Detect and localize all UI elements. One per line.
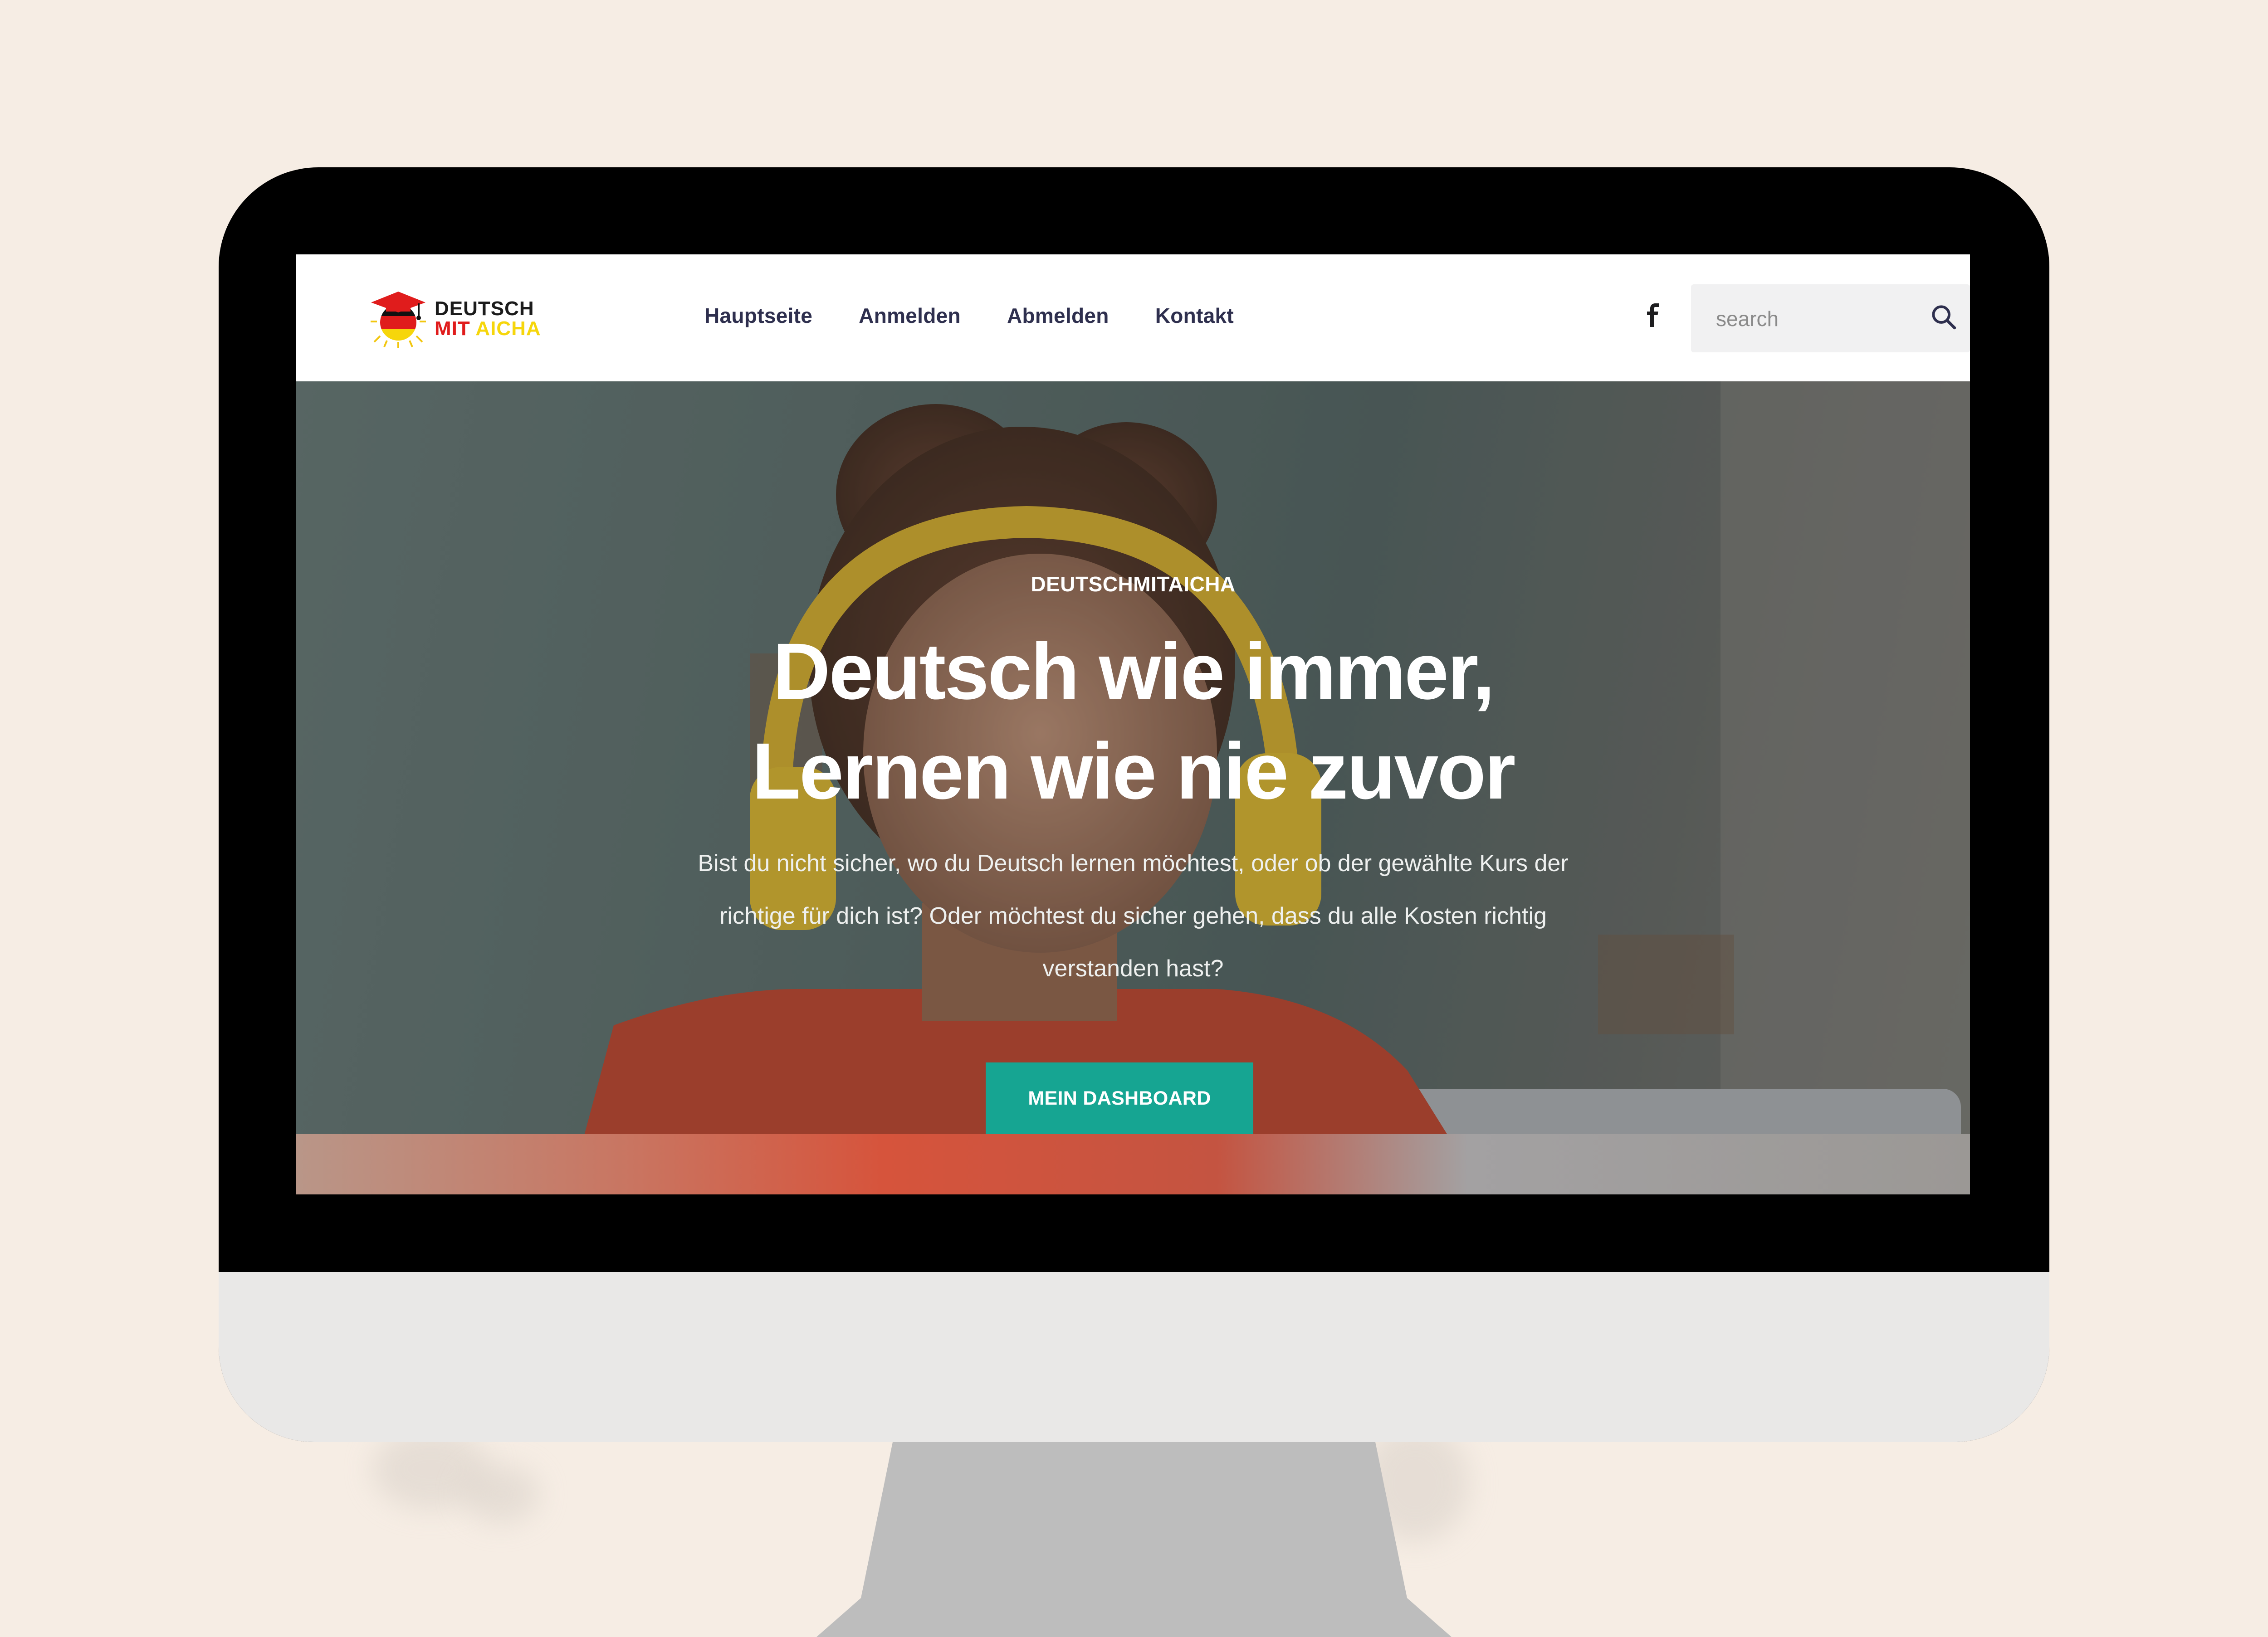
facebook-icon[interactable] (1639, 302, 1666, 329)
background-blur (463, 1465, 540, 1524)
nav-item-kontakt[interactable]: Kontakt (1155, 303, 1234, 328)
brand-line2: MIT AICHA (435, 319, 541, 339)
nav-item-abmelden[interactable]: Abmelden (1007, 303, 1109, 328)
search-input[interactable] (1716, 302, 1911, 335)
graduation-cap-flag-icon (371, 292, 426, 348)
brand-wordmark: DEUTSCH MIT AICHA (435, 299, 541, 339)
hero-bottom-strip (296, 1134, 1970, 1194)
site-header: DEUTSCH MIT AICHA Hauptseite Anmelden Ab… (296, 254, 1970, 381)
dashboard-button[interactable]: MEIN DASHBOARD (986, 1062, 1253, 1134)
search-box (1691, 284, 1970, 352)
hero-lead-text: Bist du nicht sicher, wo du Deutsch lern… (698, 850, 1569, 982)
website-screen: DEUTSCH MIT AICHA Hauptseite Anmelden Ab… (296, 254, 1970, 1194)
nav-item-anmelden[interactable]: Anmelden (859, 303, 961, 328)
brand-aicha: AICHA (475, 317, 541, 340)
hero-section: DEUTSCHMITAICHA Deutsch wie immer, Lerne… (296, 381, 1970, 1194)
search-button[interactable] (1929, 302, 1958, 331)
hero-eyebrow: DEUTSCHMITAICHA (1031, 572, 1236, 596)
hero-headline: Deutsch wie immer, Lernen wie nie zuvor (296, 622, 1970, 821)
hero-headline-line1: Deutsch wie immer, (772, 627, 1495, 716)
monitor-chin (219, 1272, 2049, 1442)
brand-line1: DEUTSCH (435, 297, 534, 320)
main-nav: Hauptseite Anmelden Abmelden Kontakt (704, 303, 1234, 328)
brand-logo[interactable]: DEUTSCH MIT AICHA (369, 285, 559, 349)
search-icon (1932, 305, 1956, 330)
hero-headline-line2: Lernen wie nie zuvor (752, 727, 1516, 816)
monitor-stand (816, 1442, 1452, 1637)
brand-mit: MIT (435, 317, 470, 340)
nav-item-hauptseite[interactable]: Hauptseite (704, 303, 812, 328)
